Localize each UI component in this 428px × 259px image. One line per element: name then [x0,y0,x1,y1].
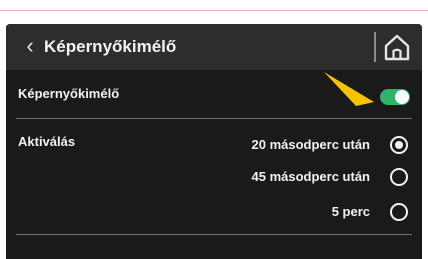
activation-label: Aktiválás [18,134,76,149]
screensaver-label: Képernyőkimélő [18,86,120,101]
option-label[interactable]: 5 perc [332,204,370,220]
option-label[interactable]: 20 másodperc után [252,137,371,153]
option-label[interactable]: 45 másodperc után [252,169,371,185]
arrow-pointer-icon [324,72,374,106]
title-separator [374,32,376,62]
device-screen: ‹ Képernyőkimélő Képernyőkimélő Aktiválá… [6,24,422,259]
radio-option-20s[interactable] [390,136,408,154]
title-bar: ‹ Képernyőkimélő [6,24,422,70]
top-divider [0,10,428,11]
divider [16,118,412,119]
chevron-left-icon[interactable]: ‹ [20,33,40,59]
home-icon[interactable] [382,32,412,62]
divider [16,234,412,235]
page-title: Képernyőkimélő [44,37,177,56]
toggle-knob [395,90,409,104]
radio-option-5min[interactable] [390,203,408,221]
screensaver-toggle[interactable] [380,89,410,105]
radio-option-45s[interactable] [390,168,408,186]
